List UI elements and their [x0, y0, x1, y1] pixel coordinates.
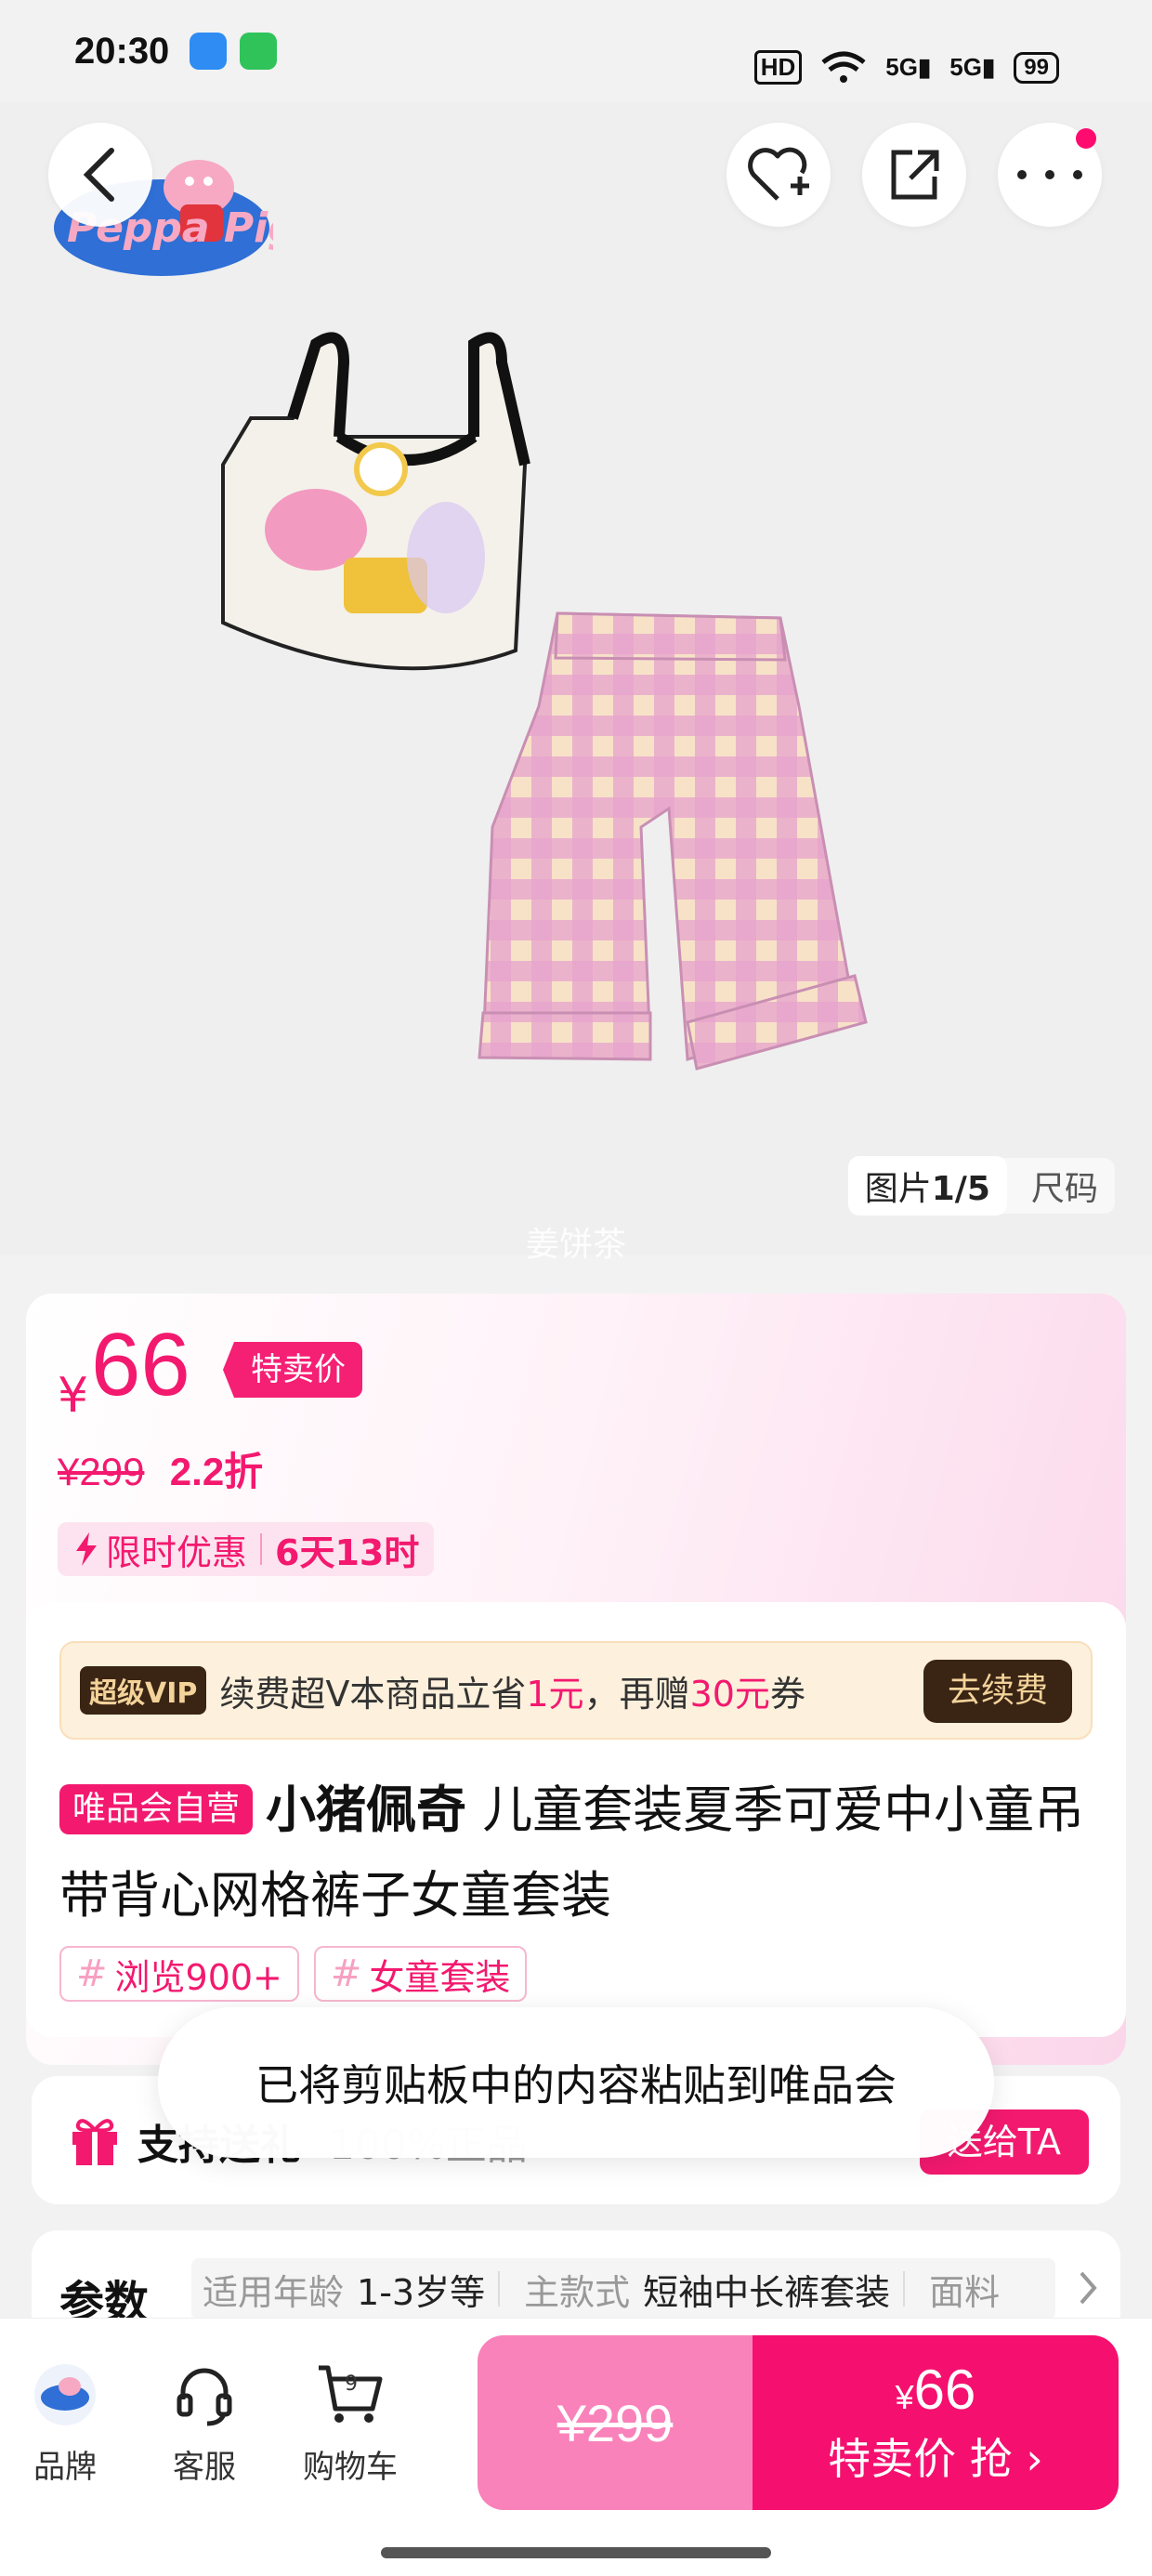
- signal-icon: 5G▮: [885, 53, 932, 81]
- product-info-card: 超级VIP 续费超V本商品立省 1元 ，再赠 30元 券 去续费 唯品会自营 小猪…: [26, 1602, 1126, 2037]
- param-key: 面料: [929, 2271, 1001, 2313]
- wifi-icon: [821, 51, 866, 83]
- favorite-button[interactable]: [727, 123, 831, 227]
- service-tab[interactable]: 客服: [167, 2358, 242, 2487]
- battery-icon: 99: [1014, 51, 1059, 84]
- vip-saving: 1元: [526, 1673, 584, 1715]
- home-indicator[interactable]: [381, 2547, 771, 2558]
- divider: [260, 1533, 263, 1565]
- hash-icon: #: [330, 1952, 362, 1995]
- signal-icon-2: 5G▮: [949, 53, 996, 81]
- status-bar: 20:30 HD 5G▮ 5G▮ 99: [0, 0, 1152, 102]
- cart-tab-label: 购物车: [303, 2449, 398, 2486]
- brand-tab-label: 品牌: [33, 2449, 97, 2486]
- buy-area: ¥299 ¥66 特卖价 抢 ›: [478, 2335, 1119, 2510]
- param-value: 短袖中长裤套装: [643, 2271, 891, 2313]
- param-key: 主款式: [524, 2271, 631, 2313]
- product-brand[interactable]: 小猪佩奇: [266, 1781, 466, 1839]
- original-price-row: ¥299 2.2折: [58, 1440, 263, 1497]
- vip-coupon: 30元: [689, 1673, 770, 1715]
- tag-views[interactable]: # 浏览900+: [59, 1946, 299, 2002]
- share-icon: [891, 150, 939, 200]
- chevron-right-icon: ›: [1012, 2434, 1043, 2484]
- back-button[interactable]: [48, 123, 152, 227]
- status-time: 20:30: [74, 30, 170, 72]
- vip-text-c: 券: [769, 1673, 805, 1715]
- chevron-right-icon[interactable]: [1076, 2269, 1100, 2307]
- service-tab-label: 客服: [173, 2449, 236, 2486]
- share-button[interactable]: [862, 123, 966, 227]
- size-tab[interactable]: 尺码: [1007, 1156, 1115, 1216]
- brand-tab[interactable]: 品牌: [28, 2358, 102, 2487]
- limited-offer-label: 限时优惠: [106, 1531, 248, 1573]
- price-currency: ¥: [58, 1368, 89, 1424]
- brand-logo-icon: [28, 2358, 102, 2432]
- product-image-gallery[interactable]: Peppa Pig: [0, 102, 1152, 1255]
- vip-banner[interactable]: 超级VIP 续费超V本商品立省 1元 ，再赠 30元 券 去续费: [59, 1641, 1093, 1740]
- sale-price: 66: [91, 1315, 190, 1414]
- hd-icon: HD: [753, 50, 803, 85]
- bottom-action-bar: 品牌 客服 9 购物车 ¥299 ¥66 特卖价 抢 ›: [0, 2318, 1152, 2576]
- limited-offer-countdown: 6天13时: [275, 1531, 420, 1573]
- buy-label: 特卖价 抢 ›: [828, 2434, 1043, 2484]
- divider: [498, 2271, 501, 2307]
- message-notification-icon: [240, 33, 278, 70]
- original-price-button[interactable]: ¥299: [478, 2335, 753, 2510]
- watermark: 姜饼茶: [525, 1226, 626, 1264]
- buy-price: ¥66: [895, 2359, 976, 2421]
- heart-plus-icon: [748, 147, 809, 201]
- product-photo: [221, 332, 868, 1071]
- tag-category[interactable]: # 女童套装: [313, 1946, 528, 2002]
- params-row[interactable]: 适用年龄 1-3岁等 主款式 短袖中长裤套装 面料: [191, 2258, 1055, 2320]
- image-counter[interactable]: 图片1/5 尺码: [847, 1156, 1115, 1216]
- param-value: 1-3岁等: [357, 2271, 486, 2313]
- original-price: ¥299: [58, 1450, 145, 1493]
- buy-now-button[interactable]: ¥66 特卖价 抢 ›: [753, 2335, 1119, 2510]
- vip-text-a: 续费超V本商品立省: [219, 1673, 527, 1715]
- param-key: 适用年龄: [203, 2271, 345, 2313]
- chevron-left-icon: [83, 148, 114, 202]
- cart-tab[interactable]: 9 购物车: [303, 2358, 398, 2487]
- app-notification-icon: [190, 33, 228, 70]
- hash-icon: #: [76, 1952, 108, 1995]
- divider: [903, 2271, 906, 2307]
- renew-button[interactable]: 去续费: [923, 1660, 1072, 1723]
- gift-icon: [72, 2119, 117, 2167]
- self-operated-tag: 唯品会自营: [59, 1784, 254, 1834]
- notification-dot: [1076, 128, 1096, 149]
- vip-tag: 超级VIP: [80, 1666, 207, 1715]
- product-tags: # 浏览900+ # 女童套装: [59, 1946, 528, 2002]
- more-dots-icon: [1017, 170, 1082, 179]
- cart-count: 9: [345, 2372, 358, 2396]
- image-counter-pill[interactable]: 图片1/5: [847, 1156, 1007, 1216]
- more-button[interactable]: [998, 123, 1102, 227]
- special-price-tag: 特卖价: [223, 1342, 362, 1398]
- product-title: 唯品会自营 小猪佩奇 儿童套装夏季可爱中小童吊带背心网格裤子女童套装: [59, 1768, 1091, 1939]
- lightning-icon: [76, 1532, 97, 1566]
- cart-icon: 9: [313, 2358, 387, 2432]
- discount-label: 2.2折: [169, 1450, 264, 1493]
- limited-offer-badge: 限时优惠 6天13时: [58, 1522, 435, 1576]
- headset-icon: [167, 2358, 242, 2432]
- status-indicators: HD 5G▮ 5G▮ 99: [753, 50, 1059, 85]
- vip-text-b: ，再赠: [583, 1673, 690, 1715]
- clipboard-toast: 已将剪贴板中的内容粘贴到唯品会: [158, 2007, 994, 2158]
